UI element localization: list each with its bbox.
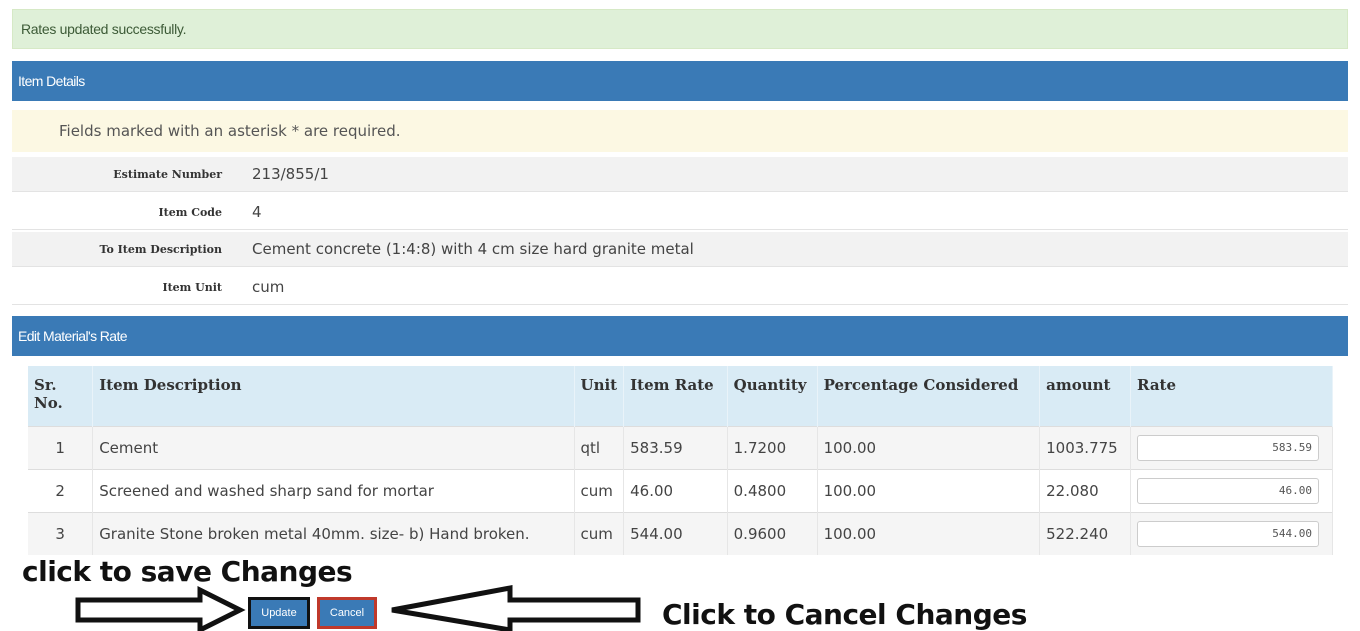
item-unit-value: cum [252, 278, 285, 296]
item-description-value: Cement concrete (1:4:8) with 4 cm size h… [252, 240, 694, 258]
rate-input[interactable] [1137, 434, 1320, 461]
cell-amount: 22.080 [1039, 468, 1132, 512]
item-description-label: To Item Description [99, 243, 222, 256]
cell-unit: qtl [574, 425, 625, 469]
cell-unit: cum [574, 468, 625, 512]
estimate-number-value: 213/855/1 [252, 165, 329, 183]
cell-rate [1130, 511, 1333, 555]
cell-percentage: 100.00 [817, 511, 1041, 555]
cell-item-rate: 583.59 [623, 425, 728, 469]
item-code-row: Item Code 4 [12, 195, 1348, 230]
rate-input[interactable] [1137, 520, 1320, 547]
rate-input[interactable] [1137, 477, 1320, 504]
cancel-button[interactable]: Cancel [317, 597, 377, 629]
col-header-percentage: Percentage Considered [817, 366, 1041, 426]
cell-amount: 1003.775 [1039, 425, 1132, 469]
col-header-rate: Rate [1130, 366, 1333, 426]
item-unit-label: Item Unit [162, 281, 222, 294]
cell-quantity: 0.9600 [727, 511, 818, 555]
col-header-item-rate: Item Rate [623, 366, 728, 426]
cell-description: Screened and washed sharp sand for morta… [92, 468, 575, 512]
cell-unit: cum [574, 511, 625, 555]
cell-amount: 522.240 [1039, 511, 1132, 555]
table-row: 2 Screened and washed sharp sand for mor… [28, 468, 1333, 512]
cell-rate [1130, 468, 1333, 512]
success-alert: Rates updated successfully. [12, 9, 1348, 49]
item-unit-row: Item Unit cum [12, 270, 1348, 305]
col-header-amount: amount [1039, 366, 1132, 426]
table-row: 1 Cement qtl 583.59 1.7200 100.00 1003.7… [28, 425, 1333, 469]
estimate-number-row: Estimate Number 213/855/1 [12, 157, 1348, 192]
item-code-value: 4 [252, 203, 262, 221]
cell-description: Granite Stone broken metal 40mm. size- b… [92, 511, 575, 555]
col-header-sr-no: Sr. No. [28, 366, 94, 426]
cell-rate [1130, 425, 1333, 469]
cell-sr: 2 [28, 468, 94, 512]
cell-item-rate: 46.00 [623, 468, 728, 512]
cell-sr: 3 [28, 511, 94, 555]
col-header-item-description: Item Description [92, 366, 575, 426]
estimate-number-label: Estimate Number [113, 168, 222, 181]
cell-quantity: 0.4800 [727, 468, 818, 512]
right-arrow-icon [75, 585, 246, 631]
cell-quantity: 1.7200 [727, 425, 818, 469]
update-button[interactable]: Update [248, 597, 310, 629]
required-fields-note: Fields marked with an asterisk * are req… [12, 110, 1348, 152]
edit-materials-header: Edit Material's Rate [12, 316, 1348, 356]
materials-table: Sr. No. Item Description Unit Item Rate … [28, 366, 1333, 555]
col-header-quantity: Quantity [727, 366, 818, 426]
cancel-caption: Click to Cancel Changes [662, 598, 1027, 631]
item-code-label: Item Code [158, 206, 222, 219]
cell-percentage: 100.00 [817, 468, 1041, 512]
item-details-header: Item Details [12, 61, 1348, 101]
cell-percentage: 100.00 [817, 425, 1041, 469]
table-row: 3 Granite Stone broken metal 40mm. size-… [28, 511, 1333, 555]
left-arrow-icon [391, 584, 641, 631]
table-header-row: Sr. No. Item Description Unit Item Rate … [28, 366, 1333, 426]
cell-description: Cement [92, 425, 575, 469]
cell-sr: 1 [28, 425, 94, 469]
col-header-unit: Unit [574, 366, 625, 426]
item-description-row: To Item Description Cement concrete (1:4… [12, 232, 1348, 267]
cell-item-rate: 544.00 [623, 511, 728, 555]
